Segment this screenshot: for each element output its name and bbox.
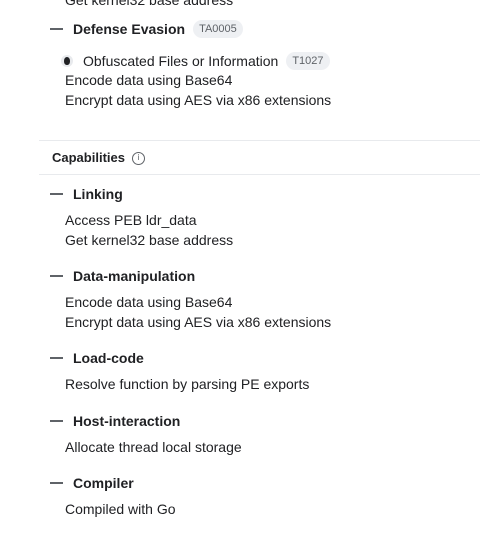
clipped-item: Get kernel32 base address [65, 0, 234, 8]
tactic-title: Defense Evasion [73, 21, 186, 37]
divider [39, 174, 480, 175]
list-item: Encode data using Base64 [65, 72, 233, 88]
list-item: Access PEB ldr_data [65, 212, 197, 228]
collapse-dash-icon[interactable] [50, 28, 63, 30]
report-panel: Get kernel32 base address Defense Evasio… [0, 0, 480, 534]
tactic-tag: TA0005 [193, 20, 243, 38]
technique-tag: T1027 [286, 52, 330, 70]
collapse-dash-icon[interactable] [50, 275, 63, 277]
list-item: Compiled with Go [65, 501, 176, 517]
group-title: Load-code [73, 350, 144, 366]
divider [39, 140, 480, 141]
collapse-dash-icon[interactable] [50, 357, 63, 359]
info-icon[interactable]: i [131, 151, 145, 165]
list-item: Get kernel32 base address [65, 232, 234, 248]
list-item: Allocate thread local storage [65, 439, 242, 455]
eye-dot-icon [61, 55, 73, 67]
collapse-dash-icon[interactable] [50, 482, 63, 484]
capability-group-data-manipulation[interactable]: Data-manipulation [50, 266, 195, 286]
capabilities-header: Capabilities i [52, 148, 145, 168]
group-title: Compiler [73, 475, 134, 491]
collapse-dash-icon[interactable] [50, 420, 63, 422]
section-title: Capabilities [52, 150, 125, 165]
capability-group-host-interaction[interactable]: Host-interaction [50, 411, 180, 431]
list-item: Encrypt data using AES via x86 extension… [65, 92, 332, 108]
collapse-dash-icon[interactable] [50, 193, 63, 195]
technique-row[interactable]: Obfuscated Files or Information T1027 [61, 50, 330, 72]
technique-name: Obfuscated Files or Information [83, 53, 279, 69]
list-item: Resolve function by parsing PE exports [65, 376, 310, 392]
group-title: Data-manipulation [73, 268, 196, 284]
list-item: Encode data using Base64 [65, 294, 233, 310]
group-title: Host-interaction [73, 413, 181, 429]
group-title: Linking [73, 186, 123, 202]
capability-group-linking[interactable]: Linking [50, 184, 123, 204]
tactic-header-defense-evasion[interactable]: Defense Evasion TA0005 [50, 18, 243, 40]
list-item: Encrypt data using AES via x86 extension… [65, 314, 332, 330]
capability-group-load-code[interactable]: Load-code [50, 348, 144, 368]
capability-group-compiler[interactable]: Compiler [50, 473, 134, 493]
